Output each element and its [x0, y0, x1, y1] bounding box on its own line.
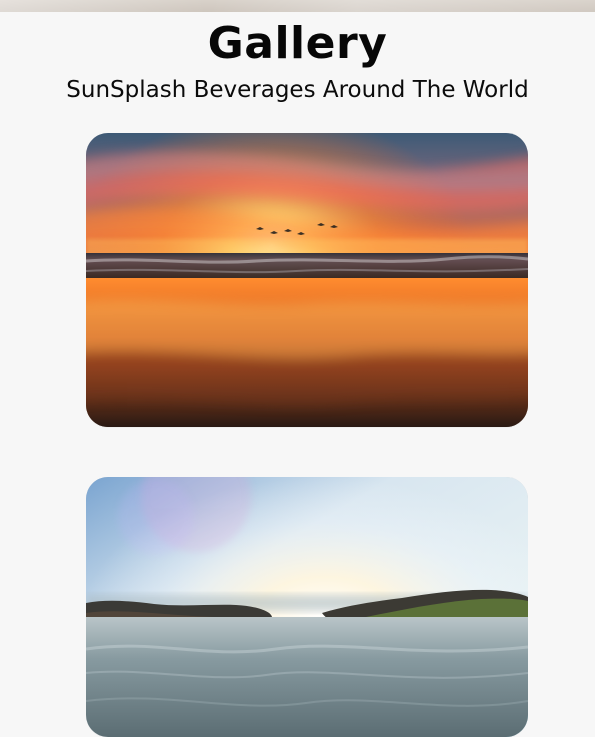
- page-subtitle: SunSplash Beverages Around The World: [66, 77, 529, 103]
- page-title: Gallery: [207, 18, 388, 69]
- gallery-image-card[interactable]: [86, 477, 528, 737]
- gallery-image-card[interactable]: [86, 133, 528, 427]
- rocky-cove-image: [86, 477, 528, 737]
- header-background-strip: [0, 0, 595, 12]
- sunset-beach-image: [86, 133, 528, 427]
